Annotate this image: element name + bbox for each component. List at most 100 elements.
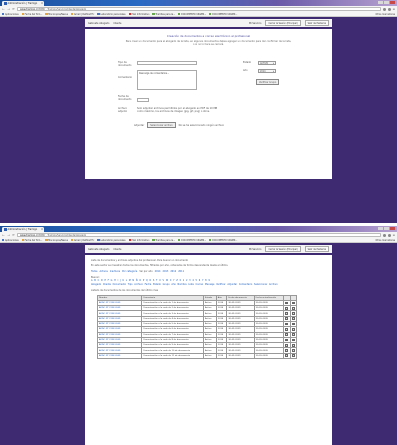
delete-icon[interactable] bbox=[291, 333, 295, 337]
choose-file-button[interactable]: Seleccionar archivo bbox=[147, 122, 176, 128]
browser-tab[interactable]: Administración | Tramigo ✕ bbox=[2, 227, 44, 232]
bookmark-item[interactable]: DOCUMENTO URGEN... bbox=[178, 13, 206, 16]
bookmark-item[interactable]: Mis Grupos/Nexus bbox=[45, 239, 68, 242]
close-tab-icon[interactable]: ✕ bbox=[41, 228, 43, 231]
reload-icon[interactable]: ⟳ bbox=[12, 233, 15, 237]
edit-icon[interactable] bbox=[285, 306, 289, 310]
bookmark-item[interactable]: Aplicaciones bbox=[2, 239, 19, 242]
app-header-right[interactable]: Mi Servicio bbox=[249, 248, 261, 251]
address-bar[interactable]: www.tramigo.cl :8080/ · Tramigo/Servicio… bbox=[17, 7, 382, 11]
bookmark-item[interactable]: Plan Informativo bbox=[128, 13, 149, 16]
list-panel: Lista de documentos y archivos adjuntos … bbox=[85, 255, 332, 445]
address-bar[interactable]: www.tramigo.cl :8080/ · Tramigo/Servicio… bbox=[17, 233, 382, 237]
bookmark-item[interactable]: Fecha del Tom... bbox=[21, 239, 42, 242]
other-bookmarks[interactable]: Otros marcadores bbox=[375, 13, 395, 16]
delete-icon[interactable] bbox=[291, 338, 295, 342]
edit-icon[interactable] bbox=[285, 338, 289, 342]
forward-icon[interactable]: → bbox=[7, 233, 10, 237]
maximize-icon[interactable] bbox=[384, 0, 389, 4]
page-title: Creación de documentos a correo electrón… bbox=[166, 34, 251, 38]
bookmark-item[interactable]: DOCUMENTO URGEN... bbox=[209, 239, 237, 242]
bookmark-item[interactable]: Laboratorio personales bbox=[97, 239, 126, 242]
star-icon[interactable] bbox=[383, 7, 387, 11]
keyword-index[interactable]: Abogado Cliente Documento Tipo Archivo F… bbox=[91, 283, 326, 286]
exit-button[interactable]: Salir del Sistema bbox=[304, 246, 329, 252]
menu-icon[interactable]: ≡ bbox=[392, 7, 395, 11]
bookmark-item[interactable]: Aplicaciones bbox=[2, 13, 19, 16]
filter-inactive-link[interactable]: Inactivos bbox=[110, 270, 120, 273]
minimize-icon[interactable] bbox=[378, 226, 383, 230]
bookmark-item[interactable]: Plan Informativo bbox=[128, 239, 149, 242]
bookmark-item[interactable]: Tramites para la... bbox=[152, 239, 175, 242]
edit-icon[interactable] bbox=[285, 312, 289, 315]
delete-icon[interactable] bbox=[291, 322, 295, 326]
edit-icon[interactable] bbox=[285, 322, 289, 326]
filter-active-link[interactable]: Activos bbox=[99, 270, 107, 273]
edit-icon[interactable] bbox=[285, 333, 289, 337]
bookmark-item[interactable]: DOCUMENTO URGEN... bbox=[209, 13, 237, 16]
delete-icon[interactable] bbox=[291, 317, 295, 321]
year-link[interactable]: 2013 bbox=[162, 270, 168, 273]
filter-all-link[interactable]: Todos bbox=[91, 270, 97, 273]
folder-icon bbox=[45, 238, 48, 242]
delete-icon[interactable] bbox=[291, 327, 295, 331]
browser-tab[interactable]: Administración | Tramigo ✕ bbox=[2, 1, 44, 6]
table-cell: 2014 bbox=[215, 352, 228, 360]
tipo-input[interactable] bbox=[137, 61, 197, 65]
logout-button[interactable]: Cerrar la Sesión (Principal) bbox=[265, 20, 301, 26]
ano-select[interactable]: 2014 ▾ bbox=[258, 69, 276, 73]
bookmark-item[interactable]: Laboratorio personales bbox=[97, 13, 126, 16]
delete-icon[interactable] bbox=[291, 306, 295, 310]
edit-icon[interactable] bbox=[285, 301, 289, 305]
table-row[interactable]: AVISO Nº 3138 2009 Comunicación a la sede… bbox=[97, 352, 298, 360]
star-icon[interactable] bbox=[383, 233, 387, 237]
back-icon[interactable]: ← bbox=[2, 233, 5, 237]
table-cell: AVISO Nº 3138 2009 bbox=[97, 352, 142, 360]
bookmark-item[interactable]: Mis Grupos/Nexus bbox=[45, 13, 68, 16]
bookmark-item[interactable]: Gmail | DeMost Fic bbox=[70, 239, 94, 242]
back-icon[interactable]: ← bbox=[2, 7, 5, 11]
fecha-input[interactable] bbox=[137, 98, 149, 102]
close-window-icon[interactable] bbox=[390, 226, 395, 230]
exit-button[interactable]: Salir del Sistema bbox=[304, 20, 329, 26]
bookmark-item[interactable]: DOCUMENTO URGEN... bbox=[178, 239, 206, 242]
other-bookmarks[interactable]: Otros marcadores bbox=[375, 239, 395, 242]
edit-icon[interactable] bbox=[285, 354, 289, 358]
bookmark-item[interactable]: Fecha del Tom... bbox=[21, 13, 42, 16]
archivo-label: Archivo adjunto bbox=[118, 107, 128, 113]
delete-icon[interactable] bbox=[291, 349, 295, 352]
extension-icon[interactable] bbox=[387, 7, 391, 11]
delete-icon[interactable] bbox=[291, 343, 295, 347]
forward-icon[interactable]: → bbox=[7, 7, 10, 11]
edit-icon[interactable] bbox=[285, 327, 289, 331]
reload-icon[interactable]: ⟳ bbox=[12, 7, 15, 11]
minimize-icon[interactable] bbox=[378, 0, 383, 4]
delete-icon[interactable] bbox=[291, 312, 295, 315]
menu-icon[interactable]: ≡ bbox=[392, 233, 395, 237]
edit-icon[interactable] bbox=[285, 349, 289, 352]
close-window-icon[interactable] bbox=[390, 0, 395, 4]
url-path: :8080/ · Tramigo/Servicio/Cliente/Abogad… bbox=[37, 7, 87, 11]
ano-label: Año bbox=[243, 69, 248, 72]
bookmark-item[interactable]: Tramites para la... bbox=[152, 13, 175, 16]
logout-button[interactable]: Cerrar la Sesión (Principal) bbox=[265, 246, 301, 252]
extension-icon[interactable] bbox=[387, 233, 391, 237]
year-link[interactable]: 2011 bbox=[178, 270, 184, 273]
verificar-button[interactable]: Verificar Grupo bbox=[256, 79, 280, 85]
delete-icon[interactable] bbox=[291, 354, 295, 358]
close-tab-icon[interactable]: ✕ bbox=[41, 2, 43, 5]
bookmark-item[interactable]: Gmail | DeMost Fic bbox=[70, 13, 94, 16]
estado-select[interactable]: ACTIVO ▾ bbox=[258, 61, 276, 65]
year-link[interactable]: 2012 bbox=[170, 270, 176, 273]
edit-icon[interactable] bbox=[285, 343, 289, 347]
url-host: www.tramigo.cl bbox=[20, 233, 38, 237]
edit-icon[interactable] bbox=[285, 317, 289, 321]
app-header: Gabinete Abogado Cliente Mi Servicio Cer… bbox=[85, 245, 332, 253]
maximize-icon[interactable] bbox=[384, 226, 389, 230]
filter-category-link[interactable]: Por categoría bbox=[122, 270, 137, 273]
app-header-right[interactable]: Mi Servicio bbox=[249, 22, 261, 25]
comentario-textarea[interactable]: Descarga de comentarios... bbox=[137, 70, 197, 90]
year-link[interactable]: 2014 bbox=[155, 270, 161, 273]
browser-tab-strip: Administración | Tramigo ✕ bbox=[0, 226, 397, 232]
delete-icon[interactable] bbox=[291, 301, 295, 305]
